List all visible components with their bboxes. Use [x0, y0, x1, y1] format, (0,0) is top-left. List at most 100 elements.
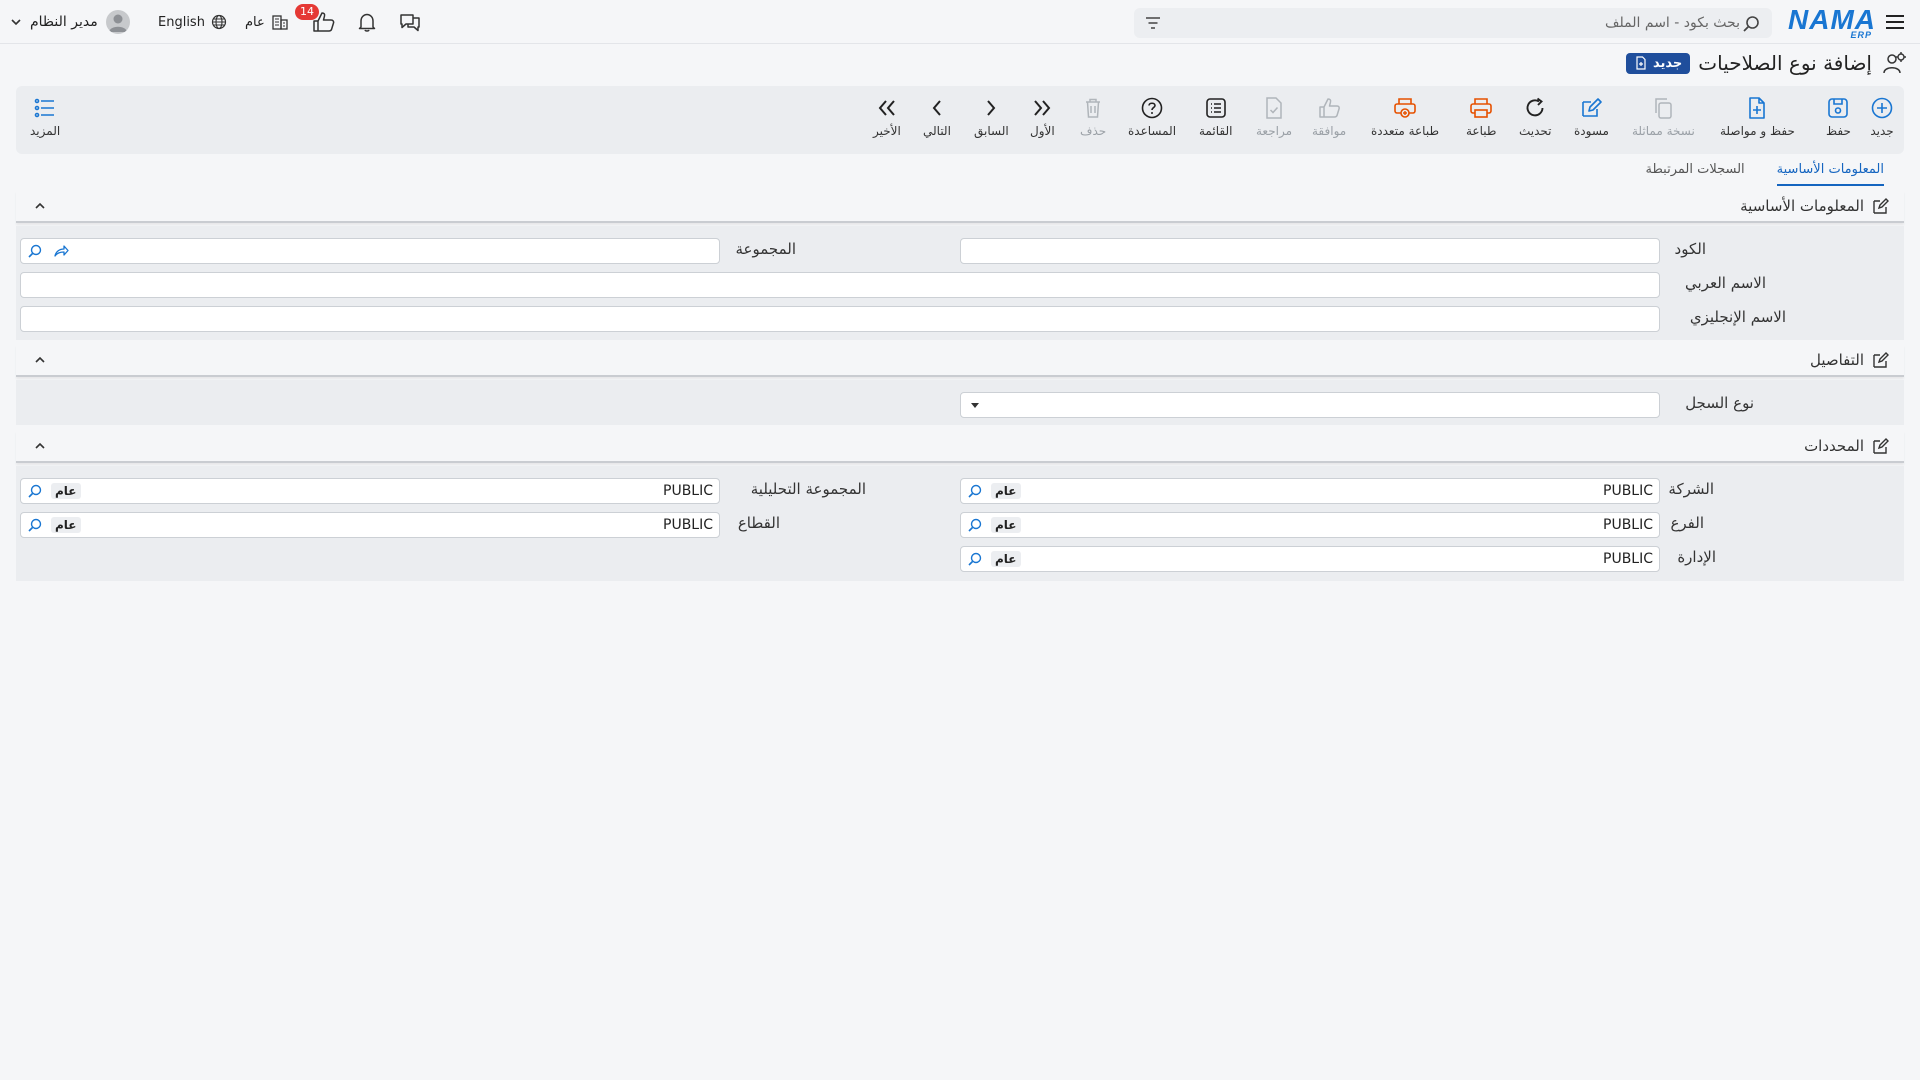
more-button[interactable]: المزيد — [30, 96, 60, 138]
top-bar: مدير النظام English عام 14 بحث بكود - اس… — [0, 0, 1920, 44]
sector-lookup[interactable]: PUBLIC عام — [20, 512, 720, 538]
tab-basic-info[interactable]: المعلومات الأساسية — [1776, 158, 1884, 186]
analytic-group-lookup[interactable]: PUBLIC عام — [20, 478, 720, 504]
list-button[interactable]: القائمة — [1199, 96, 1232, 138]
department-lookup[interactable]: PUBLIC عام — [960, 546, 1660, 572]
basic-info-title: المعلومات الأساسية — [1740, 197, 1890, 215]
code-input[interactable] — [961, 239, 1659, 263]
draft-button[interactable]: مسودة — [1574, 96, 1609, 138]
print-button[interactable]: طباعة — [1466, 96, 1496, 138]
review-icon — [1262, 96, 1286, 120]
previous-button[interactable]: السابق — [974, 96, 1009, 138]
first-label: الأول — [1030, 124, 1055, 138]
branch-chip: عام — [991, 517, 1021, 533]
search-lookup-icon[interactable] — [27, 517, 43, 533]
company-lookup[interactable]: PUBLIC عام — [960, 478, 1660, 504]
delete-label: حذف — [1080, 124, 1107, 138]
tab-related-records[interactable]: السجلات المرتبطة — [1646, 158, 1745, 186]
thumbs-up-icon — [1317, 96, 1341, 120]
dropdown-arrow-icon[interactable] — [969, 401, 981, 409]
group-field[interactable] — [20, 238, 720, 264]
record-type-label: نوع السجل — [1685, 394, 1754, 412]
duplicate-button[interactable]: نسخة مماثلة — [1632, 96, 1695, 138]
delete-button[interactable]: حذف — [1080, 96, 1106, 138]
department-label: الإدارة — [1677, 548, 1716, 566]
multi-print-icon — [1392, 96, 1418, 120]
fiscal-year-switch[interactable]: عام — [245, 0, 289, 44]
review-label: مراجعة — [1256, 124, 1293, 138]
add-icon — [1870, 96, 1894, 120]
search-lookup-icon[interactable] — [967, 551, 983, 567]
code-label: الكود — [1674, 240, 1706, 258]
details-title-text: التفاصيل — [1809, 351, 1864, 369]
english-name-field[interactable] — [20, 306, 1660, 332]
help-label: المساعدة — [1128, 124, 1177, 138]
search-lookup-icon[interactable] — [967, 517, 983, 533]
multi-print-button[interactable]: طباعة متعددة — [1371, 96, 1439, 138]
code-field[interactable] — [960, 238, 1660, 264]
help-button[interactable]: المساعدة — [1128, 96, 1176, 138]
branch-lookup[interactable]: PUBLIC عام — [960, 512, 1660, 538]
company-label: الشركة — [1668, 480, 1714, 498]
copy-icon — [1651, 96, 1675, 120]
determinants-section-body: الشركة PUBLIC عام المجموعة التحليلية PUB… — [16, 466, 1904, 581]
last-button[interactable]: الأخير — [873, 96, 901, 138]
arabic-name-field[interactable] — [20, 272, 1660, 298]
share-icon[interactable] — [53, 243, 69, 259]
save-button[interactable]: حفظ — [1826, 96, 1851, 138]
save-continue-button[interactable]: حفظ و مواصلة — [1720, 96, 1795, 138]
english-name-label: الاسم الإنجليزي — [1689, 308, 1786, 326]
company-value: PUBLIC — [1603, 483, 1653, 499]
basic-info-section-body: الكود المجموعة الاسم العربي الاسم الإنجل… — [16, 226, 1904, 340]
filter-icon[interactable] — [1144, 14, 1162, 32]
search-lookup-icon[interactable] — [967, 483, 983, 499]
search-input[interactable] — [1180, 12, 1740, 34]
sector-label: القطاع — [737, 514, 780, 532]
multi-print-label: طباعة متعددة — [1371, 124, 1440, 138]
chevron-up-icon[interactable] — [34, 355, 46, 365]
bell-icon — [356, 11, 378, 33]
notifications-button[interactable] — [356, 0, 378, 44]
branch-value: PUBLIC — [1603, 517, 1653, 533]
global-search — [1134, 8, 1772, 38]
group-label: المجموعة — [735, 240, 796, 258]
search-lookup-icon[interactable] — [27, 243, 43, 259]
help-icon — [1140, 96, 1164, 120]
chat-icon — [398, 11, 422, 33]
review-button[interactable]: مراجعة — [1256, 96, 1292, 138]
menu-icon[interactable] — [1884, 12, 1906, 32]
save-continue-label: حفظ و مواصلة — [1720, 124, 1795, 138]
new-label: جديد — [1870, 124, 1894, 138]
chevron-up-icon[interactable] — [34, 201, 46, 211]
next-button[interactable]: التالي — [923, 96, 951, 138]
sector-chip: عام — [51, 517, 81, 533]
search-icon[interactable] — [1742, 15, 1760, 33]
details-section-body: نوع السجل — [16, 380, 1904, 425]
language-switch[interactable]: English — [158, 0, 227, 44]
branch-label: الفرع — [1670, 514, 1704, 532]
chevron-up-icon[interactable] — [34, 441, 46, 451]
user-menu[interactable]: مدير النظام — [10, 0, 130, 44]
record-type-select[interactable] — [960, 392, 1660, 418]
language-label: English — [158, 14, 205, 30]
printer-icon — [1468, 96, 1494, 120]
list-icon — [1204, 96, 1228, 120]
first-button[interactable]: الأول — [1030, 96, 1055, 138]
new-button[interactable]: جديد — [1870, 96, 1894, 138]
analytic-group-label: المجموعة التحليلية — [750, 480, 866, 498]
english-name-input[interactable] — [21, 307, 1659, 331]
duplicate-label: نسخة مماثلة — [1632, 124, 1695, 138]
search-lookup-icon[interactable] — [27, 483, 43, 499]
nama-logo[interactable]: NAMA ERP — [1788, 4, 1875, 40]
logo-subtext: ERP — [1850, 30, 1872, 40]
chevron-right-icon — [979, 96, 1003, 120]
messages-button[interactable] — [398, 0, 422, 44]
approve-button[interactable]: موافقة — [1312, 96, 1346, 138]
refresh-button[interactable]: تحديث — [1519, 96, 1552, 138]
approve-label: موافقة — [1312, 124, 1347, 138]
more-label: المزيد — [30, 124, 61, 138]
arabic-name-input[interactable] — [21, 273, 1659, 297]
edit-icon — [1872, 351, 1890, 369]
list-menu-icon — [33, 96, 57, 120]
edit-icon — [1872, 437, 1890, 455]
